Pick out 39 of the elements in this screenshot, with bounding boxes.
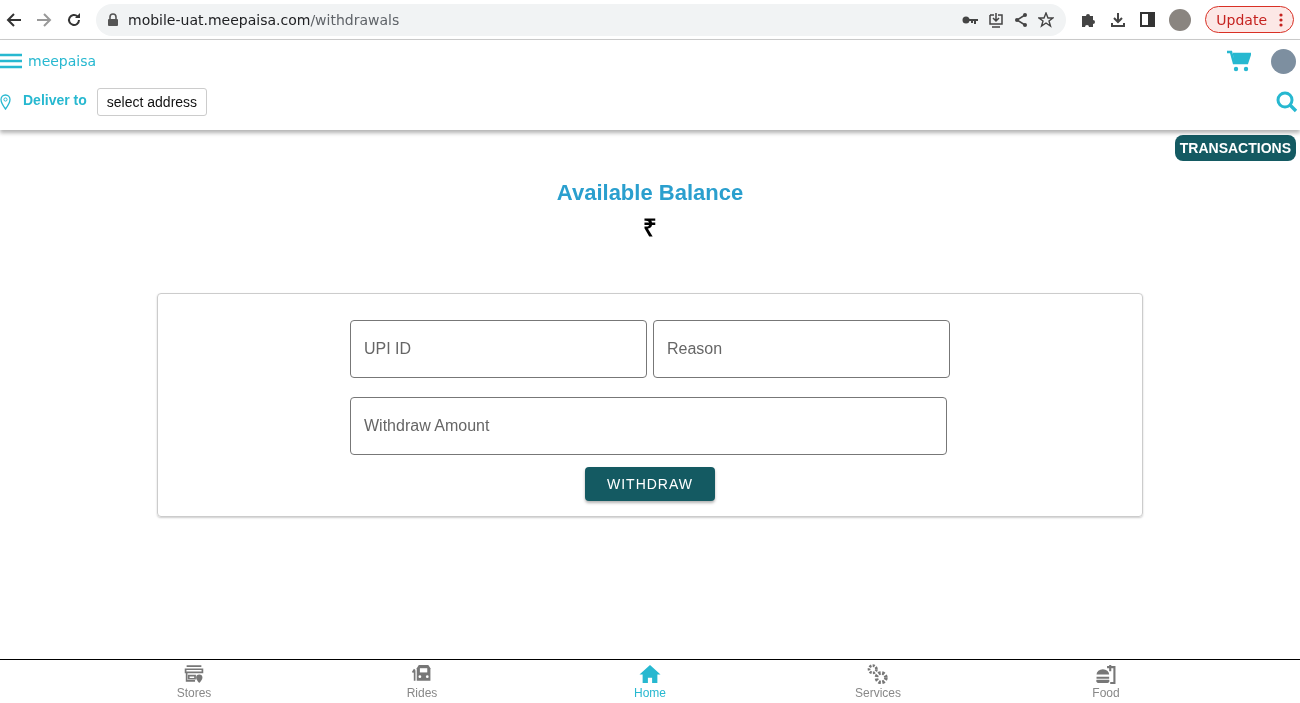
home-icon — [639, 664, 661, 684]
star-icon[interactable] — [1038, 11, 1055, 28]
update-button[interactable]: Update — [1205, 6, 1294, 33]
download-icon[interactable] — [1110, 11, 1127, 28]
location-pin-icon — [0, 94, 11, 110]
nav-tab[interactable]: Services — [848, 660, 908, 703]
food-icon — [1095, 664, 1117, 684]
forward-icon[interactable] — [36, 11, 52, 28]
nav-tab[interactable]: Food — [1076, 660, 1136, 703]
puzzle-icon[interactable] — [1080, 11, 1097, 28]
nav-tab[interactable]: Stores — [164, 660, 224, 703]
share-icon[interactable] — [1014, 12, 1029, 27]
withdraw-button[interactable]: WITHDRAW — [585, 467, 715, 501]
back-icon[interactable] — [6, 11, 22, 28]
stores-icon — [183, 664, 205, 684]
rides-icon — [411, 664, 433, 684]
nav-tab[interactable]: Rides — [392, 660, 452, 703]
key-icon[interactable] — [962, 14, 979, 25]
balance-title: Available Balance — [556, 180, 744, 206]
balance-amount: ₹ — [643, 213, 657, 243]
transactions-button[interactable]: TRANSACTIONS — [1174, 135, 1296, 161]
upi-id-field[interactable]: UPI ID — [350, 320, 647, 378]
lock-icon — [108, 13, 118, 26]
user-avatar[interactable] — [1271, 48, 1296, 74]
services-icon — [867, 664, 889, 684]
side-panel-icon[interactable] — [1140, 12, 1156, 27]
address-bar[interactable]: mobile-uat.meepaisa.com/withdrawals — [96, 3, 1067, 36]
deliver-label: Deliver to — [23, 92, 87, 108]
profile-avatar[interactable] — [1169, 8, 1192, 31]
url-path: /withdrawals — [310, 11, 400, 28]
nav-tab[interactable]: Home — [620, 660, 680, 703]
install-icon[interactable] — [988, 11, 1005, 28]
url-host: mobile-uat.meepaisa.com — [128, 11, 311, 28]
amount-field[interactable]: Withdraw Amount — [350, 397, 947, 455]
reload-icon[interactable] — [66, 11, 82, 28]
more-icon — [1279, 12, 1283, 27]
brand-logo[interactable]: meepaisa — [28, 53, 97, 69]
reason-field[interactable]: Reason — [653, 320, 950, 378]
select-address-button[interactable]: select address — [96, 88, 208, 116]
